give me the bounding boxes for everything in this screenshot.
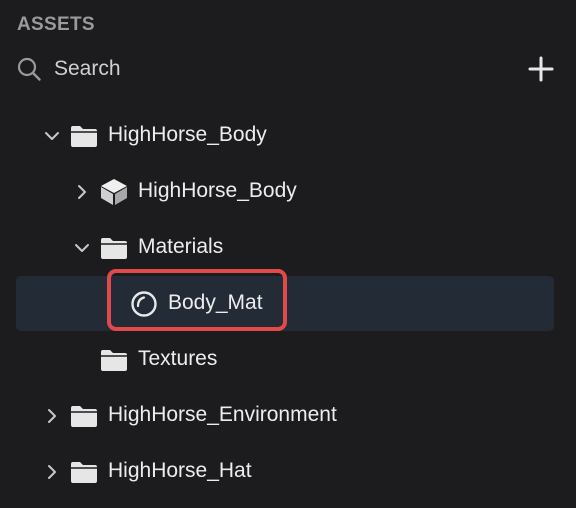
tree-item-label: Body_Mat (168, 291, 263, 314)
panel-title: ASSETS (17, 14, 95, 35)
folder-icon (71, 126, 97, 147)
tree-item-label: Textures (138, 347, 218, 370)
asset-tree: HighHorse_Body HighHorse_Body Materials … (0, 108, 576, 500)
tree-item-body-mat[interactable]: Body_Mat (0, 269, 576, 332)
search-icon (17, 57, 41, 81)
material-icon (131, 291, 157, 317)
chevron-right-icon[interactable] (72, 182, 92, 202)
tree-item-highhorse-environment-folder[interactable]: HighHorse_Environment (0, 388, 576, 444)
chevron-down-icon[interactable] (72, 238, 92, 258)
chevron-right-icon[interactable] (42, 462, 62, 482)
chevron-down-icon[interactable] (42, 126, 62, 146)
mesh-cube-icon (101, 179, 127, 205)
assets-panel: ASSETS HighHorse_Body (0, 0, 576, 508)
tree-item-highhorse-body-mesh[interactable]: HighHorse_Body (0, 164, 576, 220)
tree-item-label: HighHorse_Hat (108, 459, 252, 482)
tree-item-textures-folder[interactable]: Textures (0, 332, 576, 388)
folder-icon (71, 462, 97, 483)
search-input[interactable] (54, 54, 494, 84)
tree-item-label: HighHorse_Environment (108, 403, 337, 426)
tree-item-label: HighHorse_Body (108, 123, 267, 146)
add-asset-button[interactable] (527, 55, 555, 83)
tree-item-highhorse-hat-folder[interactable]: HighHorse_Hat (0, 444, 576, 500)
tree-item-materials-folder[interactable]: Materials (0, 220, 576, 276)
tree-item-label: HighHorse_Body (138, 179, 297, 202)
tree-item-label: Materials (138, 235, 224, 258)
search-bar (14, 50, 559, 88)
folder-icon (101, 350, 127, 371)
folder-icon (71, 406, 97, 427)
chevron-right-icon[interactable] (42, 406, 62, 426)
folder-icon (101, 238, 127, 259)
tree-item-highhorse-body-folder[interactable]: HighHorse_Body (0, 108, 576, 164)
